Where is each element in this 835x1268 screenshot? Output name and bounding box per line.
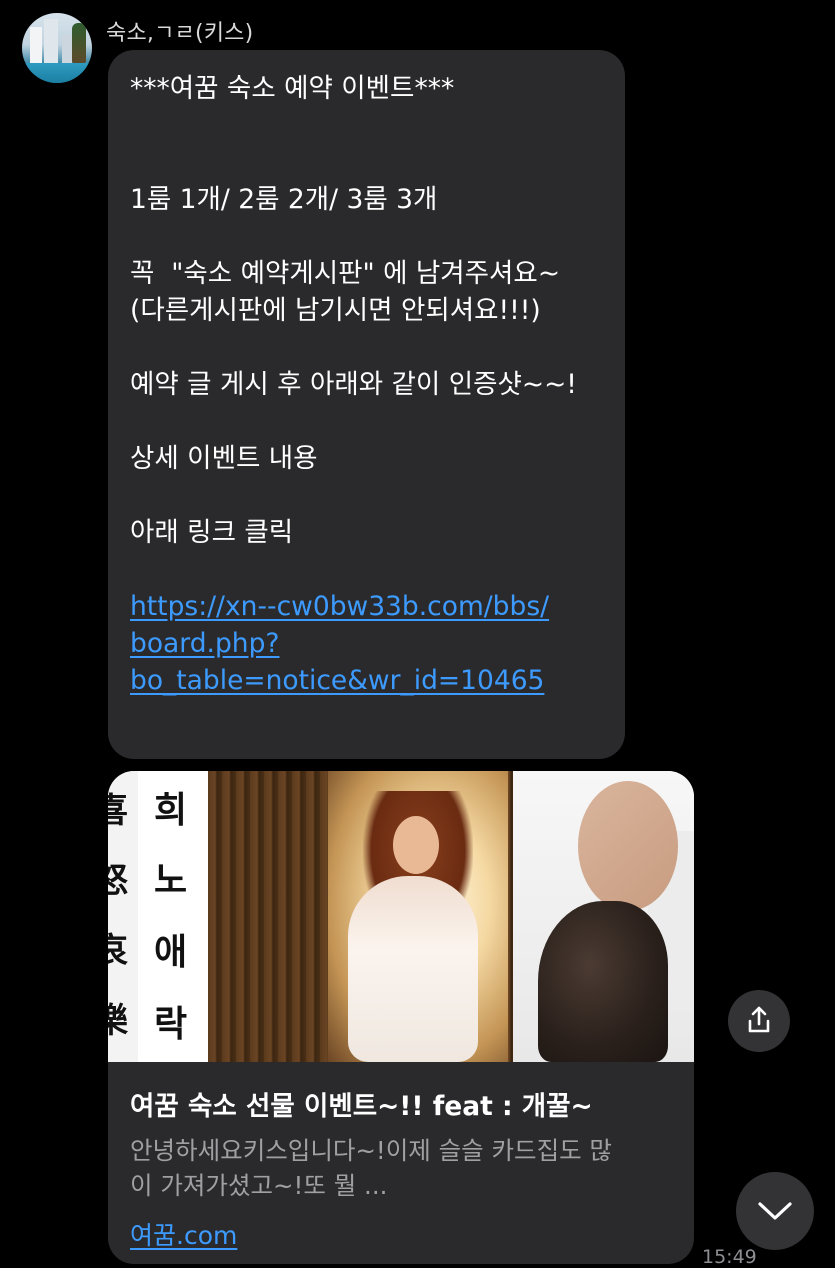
- share-button[interactable]: [728, 990, 790, 1052]
- message-line: [130, 329, 607, 366]
- image-hangul-char: 노: [154, 859, 188, 901]
- message-line: (다른게시판에 남기시면 안되셔요!!!): [130, 295, 541, 326]
- message-link[interactable]: board.php?: [130, 625, 607, 662]
- image-hangul-char: 희: [154, 789, 188, 831]
- avatar-building: [44, 19, 58, 65]
- message-line: [130, 107, 607, 144]
- link-preview-description-line: 안녕하세요키스입니다~!이제 슬슬 카드집도 많: [130, 1136, 612, 1165]
- image-hangul-column: 희 노 애 락: [138, 771, 208, 1062]
- image-hanja-char: 喜: [108, 791, 128, 831]
- link-preview-title: 여꿈 숙소 선물 이벤트~!! feat : 개꿀~: [130, 1091, 593, 1122]
- message-line: [130, 144, 607, 181]
- message-link[interactable]: bo_table=notice&wr_id=10465: [130, 662, 607, 699]
- avatar-building: [30, 27, 42, 65]
- message-line: ***여꿈 숙소 예약 이벤트***: [130, 73, 455, 104]
- message-bubble[interactable]: ***여꿈 숙소 예약 이벤트*** 1룸 1개/ 2룸 2개/ 3룸 3개 꼭…: [108, 50, 625, 759]
- link-preview-description: 안녕하세요키스입니다~!이제 슬슬 카드집도 많 이 가져가셨고~!또 뭘 ..…: [130, 1133, 675, 1203]
- message-line: 꼭 "숙소 예약게시판" 에 남겨주셔요~: [130, 258, 561, 289]
- image-hanja-column: 喜 怒 哀 樂: [108, 771, 138, 1062]
- sender-name: 숙소,ㄱㄹ(키스): [106, 21, 254, 46]
- message-line: 아래 링크 클릭: [130, 517, 294, 548]
- chevron-down-icon: [758, 1202, 792, 1220]
- message-line: 상세 이벤트 내용: [130, 443, 318, 474]
- image-hanja-char: 哀: [108, 931, 128, 971]
- message-line: [130, 218, 607, 255]
- link-preview-card[interactable]: 喜 怒 哀 樂 희 노 애 락 여꿈 숙소 선물 이벤트~!! feat : 개…: [108, 771, 694, 1264]
- message-line: [130, 477, 607, 514]
- image-photo-figure: [393, 816, 439, 874]
- image-photo-figure: [578, 781, 678, 911]
- link-preview-image[interactable]: 喜 怒 哀 樂 희 노 애 락: [108, 771, 694, 1062]
- avatar[interactable]: [22, 13, 92, 83]
- image-hangul-char: 애: [154, 931, 188, 973]
- avatar-palm: [72, 23, 86, 63]
- image-hangul-char: 락: [154, 1003, 188, 1045]
- message-line: [130, 551, 607, 588]
- share-icon: [748, 1006, 770, 1033]
- scroll-to-bottom-button[interactable]: [736, 1172, 814, 1250]
- image-photo-figure: [538, 901, 668, 1062]
- image-hanja-char: 怒: [108, 861, 128, 901]
- link-preview-domain[interactable]: 여꿈.com: [130, 1216, 237, 1252]
- avatar-building: [62, 35, 72, 65]
- message-line: 1룸 1개/ 2룸 2개/ 3룸 3개: [130, 184, 438, 215]
- message-text: ***여꿈 숙소 예약 이벤트*** 1룸 1개/ 2룸 2개/ 3룸 3개 꼭…: [130, 70, 607, 699]
- avatar-pool: [22, 63, 92, 83]
- message-line: [130, 403, 607, 440]
- message-line: 예약 글 게시 후 아래와 같이 인증샷~~!: [130, 369, 577, 400]
- image-photo-figure: [348, 876, 478, 1062]
- image-hanja-char: 樂: [108, 1001, 128, 1041]
- message-timestamp: 15:49: [702, 1246, 757, 1268]
- link-preview-description-line: 이 가져가셨고~!또 뭘 ...: [130, 1171, 388, 1200]
- message-link[interactable]: https://xn--cw0bw33b.com/bbs/: [130, 588, 607, 625]
